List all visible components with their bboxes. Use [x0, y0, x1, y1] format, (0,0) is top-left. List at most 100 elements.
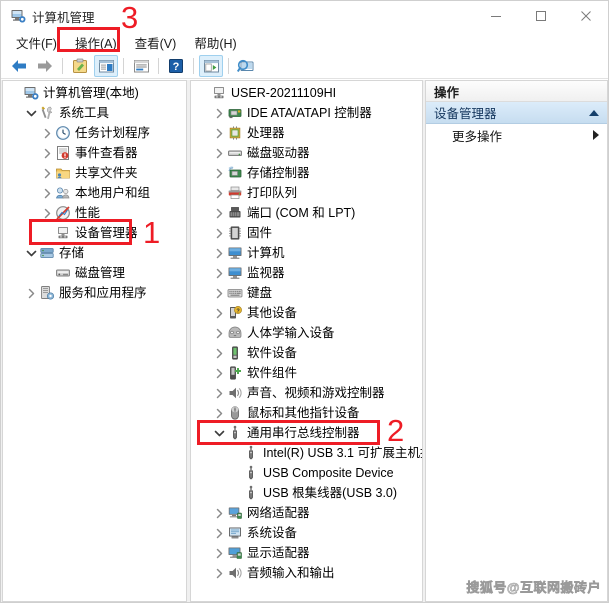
tree-system-tools[interactable]: 系统工具 — [3, 103, 186, 123]
chevron-right-icon[interactable] — [211, 243, 227, 263]
action-more-actions[interactable]: 更多操作 — [426, 124, 607, 146]
device-disk-drives-label: 磁盘驱动器 — [247, 146, 310, 160]
title-bar: 计算机管理 — [1, 1, 608, 31]
properties-icon[interactable] — [68, 55, 92, 77]
device-display-adapters[interactable]: 显示适配器 — [191, 543, 422, 563]
device-disk-drives[interactable]: 磁盘驱动器 — [191, 143, 422, 163]
tree-local-users-and-groups[interactable]: 本地用户和组 — [3, 183, 186, 203]
chevron-right-icon[interactable] — [211, 323, 227, 343]
svg-text:?: ? — [173, 61, 180, 73]
chevron-right-icon[interactable] — [211, 163, 227, 183]
device-ports-com-lpt[interactable]: 端口 (COM 和 LPT) — [191, 203, 422, 223]
device-audio-inputs-and-outputs-label: 音频输入和输出 — [247, 566, 335, 580]
tree-task-scheduler-label: 任务计划程序 — [75, 126, 151, 140]
device-print-queues[interactable]: 打印队列 — [191, 183, 422, 203]
chevron-right-icon[interactable] — [211, 103, 227, 123]
back-icon[interactable] — [7, 55, 31, 77]
device-ide-ata-atapi-controllers[interactable]: IDE ATA/ATAPI 控制器 — [191, 103, 422, 123]
device-mice-and-pointing-devices-label: 鼠标和其他指针设备 — [247, 406, 360, 420]
device-processors[interactable]: 处理器 — [191, 123, 422, 143]
chevron-down-icon[interactable] — [23, 103, 39, 123]
caret-up-icon[interactable] — [589, 109, 599, 116]
chevron-right-icon[interactable] — [211, 123, 227, 143]
tree-disk-management[interactable]: 磁盘管理 — [3, 263, 186, 283]
chevron-right-icon[interactable] — [23, 283, 39, 303]
forward-icon[interactable] — [33, 55, 57, 77]
tree-computer-management-local[interactable]: 计算机管理(本地) — [3, 83, 186, 103]
actions-group-device-manager[interactable]: 设备管理器 — [426, 102, 607, 124]
device-usb-root-hub-30-label: USB 根集线器(USB 3.0) — [263, 486, 398, 500]
menu-action[interactable]: 操作(A) — [66, 31, 126, 54]
list-view-icon[interactable] — [129, 55, 153, 77]
disk-management-icon — [55, 265, 71, 281]
performance-icon — [55, 205, 71, 221]
chevron-right-icon[interactable] — [211, 303, 227, 323]
chevron-right-icon[interactable] — [211, 503, 227, 523]
chevron-right-icon[interactable] — [211, 223, 227, 243]
twisty-placeholder — [7, 83, 23, 103]
device-software-devices[interactable]: 软件设备 — [191, 343, 422, 363]
mouse-icon — [227, 405, 243, 421]
help-icon[interactable]: ? — [164, 55, 188, 77]
main-body: 计算机管理(本地) 系统工具 任务计划程序 事件查看器 共享文件夹 本地用户和组 性能 设备管… — [1, 80, 608, 602]
chevron-right-icon[interactable] — [211, 283, 227, 303]
chevron-right-icon[interactable] — [39, 143, 55, 163]
tree-task-scheduler[interactable]: 任务计划程序 — [3, 123, 186, 143]
device-monitors[interactable]: 监视器 — [191, 263, 422, 283]
chevron-right-icon[interactable] — [39, 183, 55, 203]
tree-device-manager-label: 设备管理器 — [75, 226, 138, 240]
close-button[interactable] — [563, 1, 608, 31]
menu-file[interactable]: 文件(F) — [7, 31, 66, 54]
chevron-right-icon[interactable] — [39, 163, 55, 183]
device-firmware[interactable]: 固件 — [191, 223, 422, 243]
device-human-interface-devices[interactable]: 人体学输入设备 — [191, 323, 422, 343]
device-storage-controllers[interactable]: 存储控制器 — [191, 163, 422, 183]
minimize-button[interactable] — [473, 1, 518, 31]
twisty-placeholder — [227, 463, 243, 483]
device-computer[interactable]: 计算机 — [191, 243, 422, 263]
device-other-devices[interactable]: ? 其他设备 — [191, 303, 422, 323]
toolbar-separator — [123, 58, 124, 74]
show-pane-icon[interactable] — [94, 55, 118, 77]
device-sound-video-game-controllers[interactable]: 声音、视频和游戏控制器 — [191, 383, 422, 403]
tree-event-viewer[interactable]: 事件查看器 — [3, 143, 186, 163]
toolbar: ? — [1, 54, 608, 79]
chevron-right-icon[interactable] — [211, 383, 227, 403]
chevron-right-icon[interactable] — [39, 123, 55, 143]
chevron-right-icon[interactable] — [211, 203, 227, 223]
chevron-down-icon[interactable] — [23, 243, 39, 263]
tree-shared-folders[interactable]: 共享文件夹 — [3, 163, 186, 183]
toolbar-separator — [62, 58, 63, 74]
device-usb-composite-device-label: USB Composite Device — [263, 466, 394, 480]
maximize-button[interactable] — [518, 1, 563, 31]
display-adapter-icon — [227, 545, 243, 561]
chevron-right-icon[interactable] — [211, 563, 227, 583]
chevron-right-icon[interactable] — [211, 403, 227, 423]
tree-performance-label: 性能 — [75, 206, 101, 220]
device-usb-composite-device[interactable]: USB Composite Device — [191, 463, 422, 483]
chevron-right-icon[interactable] — [39, 203, 55, 223]
chevron-right-icon[interactable] — [211, 543, 227, 563]
scan-hardware-icon[interactable] — [234, 55, 258, 77]
device-ide-ata-atapi-controllers-label: IDE ATA/ATAPI 控制器 — [247, 106, 372, 120]
action-pane-icon[interactable] — [199, 55, 223, 77]
device-audio-inputs-and-outputs[interactable]: 音频输入和输出 — [191, 563, 422, 583]
device-usb-root-hub-30[interactable]: USB 根集线器(USB 3.0) — [191, 483, 422, 503]
device-system-devices[interactable]: 系统设备 — [191, 523, 422, 543]
window-controls — [473, 1, 608, 31]
chevron-right-icon[interactable] — [211, 523, 227, 543]
device-software-components[interactable]: 软件组件 — [191, 363, 422, 383]
chevron-right-icon[interactable] — [211, 363, 227, 383]
chevron-right-icon[interactable] — [211, 263, 227, 283]
chevron-down-icon[interactable] — [211, 423, 227, 443]
chevron-right-icon[interactable] — [211, 343, 227, 363]
menu-help[interactable]: 帮助(H) — [185, 31, 245, 54]
device-root-computer[interactable]: USER-20211109HI — [191, 83, 422, 103]
tree-event-viewer-label: 事件查看器 — [75, 146, 138, 160]
device-firmware-label: 固件 — [247, 226, 273, 240]
chevron-right-icon[interactable] — [211, 143, 227, 163]
chevron-right-icon[interactable] — [211, 183, 227, 203]
device-network-adapters[interactable]: 网络适配器 — [191, 503, 422, 523]
tree-services-and-applications[interactable]: 服务和应用程序 — [3, 283, 186, 303]
device-keyboards[interactable]: 键盘 — [191, 283, 422, 303]
